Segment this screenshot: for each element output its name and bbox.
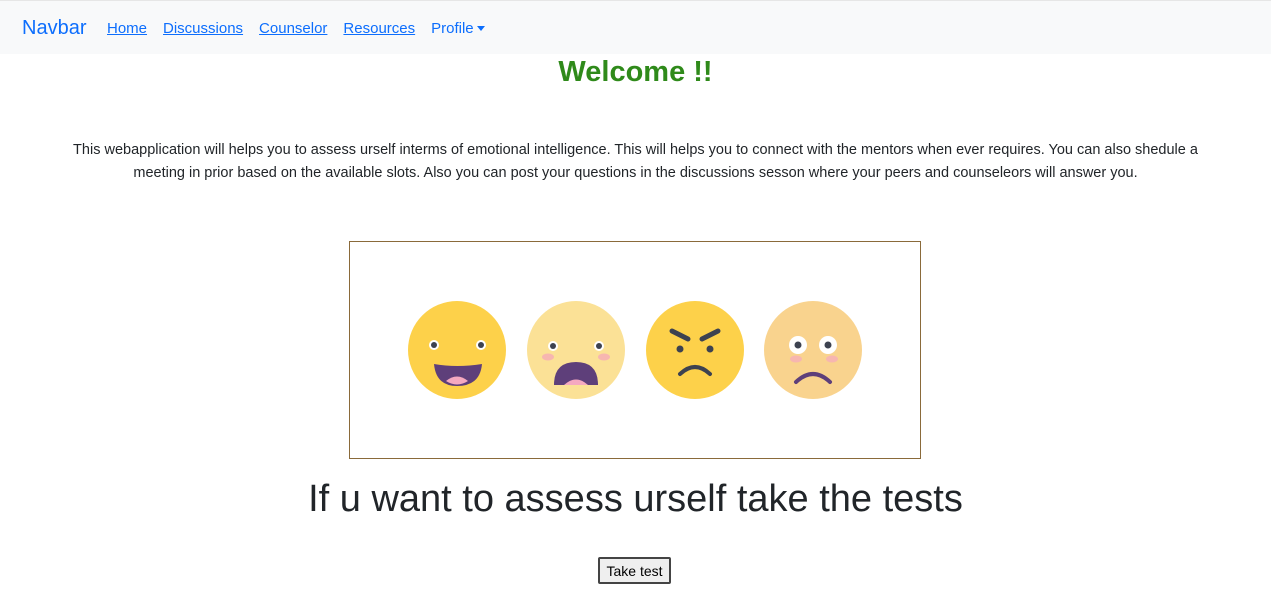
profile-dropdown[interactable]: Profile <box>431 20 485 37</box>
nav-link-home[interactable]: Home <box>107 20 147 37</box>
laughing-face-icon <box>408 301 506 399</box>
caret-down-icon <box>476 26 485 31</box>
nav-link-counselor[interactable]: Counselor <box>259 20 327 37</box>
nav-link-resources[interactable]: Resources <box>343 20 415 37</box>
navbar-brand[interactable]: Navbar <box>22 17 86 40</box>
nav-links: Home Discussions Counselor Resources Pro… <box>107 20 485 37</box>
intro-paragraph: This webapplication will helps you to as… <box>73 142 1198 181</box>
welcome-heading: Welcome !! <box>558 56 713 88</box>
assessment-cta-heading: If u want to assess urself take the test… <box>308 478 963 520</box>
profile-dropdown-label: Profile <box>431 20 474 37</box>
navbar: Navbar Home Discussions Counselor Resour… <box>0 0 1271 54</box>
emoji-image <box>349 241 921 459</box>
worried-face-icon <box>764 301 862 399</box>
shocked-face-icon <box>527 301 625 399</box>
take-test-button[interactable]: Take test <box>598 557 671 584</box>
angry-face-icon <box>646 301 744 399</box>
nav-link-discussions[interactable]: Discussions <box>163 20 243 37</box>
